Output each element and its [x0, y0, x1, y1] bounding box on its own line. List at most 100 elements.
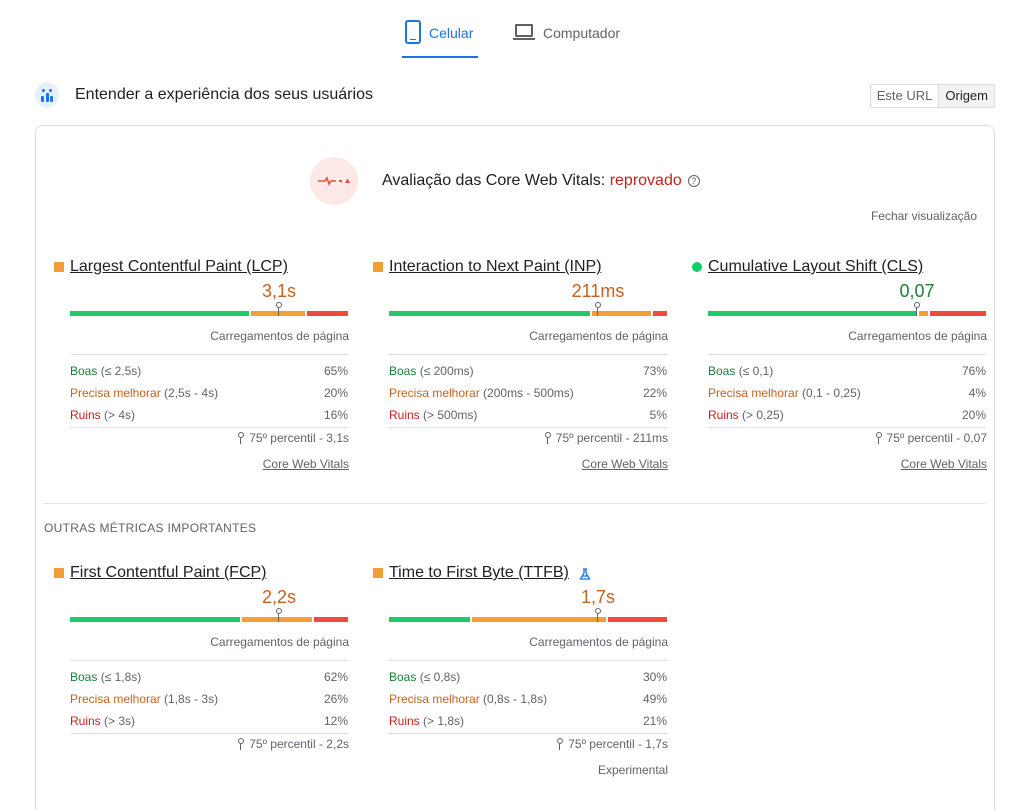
assessment-prefix: Avaliação das Core Web Vitals:	[382, 172, 606, 189]
collapse-view-button[interactable]: Fechar visualização	[871, 209, 977, 223]
pin-icon	[238, 738, 245, 750]
poor-segment	[314, 617, 348, 622]
other-metrics-title: OUTRAS MÉTRICAS IMPORTANTES	[44, 521, 257, 535]
needs-improvement-row: Precisa melhorar (0,8s - 1,8s) 49%	[389, 691, 667, 707]
metric-title[interactable]: First Contentful Paint (FCP)	[70, 564, 267, 582]
metric-cls: Cumulative Layout Shift (CLS) 0,07 Carrega…	[692, 258, 987, 489]
good-range: (≤ 2,5s)	[100, 364, 142, 378]
users-icon	[35, 82, 59, 108]
metric-title[interactable]: Interaction to Next Paint (INP)	[389, 258, 602, 276]
separator	[70, 660, 348, 661]
needs-improvement-indicator-icon	[373, 568, 383, 578]
poor-range: (> 3s)	[104, 714, 136, 728]
good-percent: 76%	[961, 364, 986, 378]
poor-segment	[930, 311, 986, 316]
page-loads-label: Carregamentos de página	[210, 329, 349, 343]
needs-improvement-label: Precisa melhorar	[389, 692, 480, 706]
needs-improvement-range: (2,5s - 4s)	[164, 386, 219, 400]
good-segment	[70, 617, 240, 622]
poor-percent: 5%	[649, 408, 667, 422]
section-divider	[44, 503, 986, 504]
section-header: Entender a experiência dos seus usuários…	[35, 82, 995, 112]
page-loads-label: Carregamentos de página	[529, 635, 668, 649]
metric-ttfb: Time to First Byte (TTFB) 1,7s Carregament…	[373, 564, 668, 795]
url-origin-toggle: Este URL Origem	[869, 84, 995, 108]
tab-mobile[interactable]: Celular	[402, 20, 478, 58]
good-row: Boas (≤ 2,5s) 65%	[70, 363, 348, 379]
distribution-bar	[389, 302, 667, 316]
needs-improvement-range: (200ms - 500ms)	[483, 386, 574, 400]
poor-label: Ruins	[70, 714, 101, 728]
needs-improvement-percent: 22%	[642, 386, 667, 400]
poor-label: Ruins	[389, 714, 420, 728]
metric-title[interactable]: Cumulative Layout Shift (CLS)	[708, 258, 923, 276]
good-percent: 62%	[323, 670, 348, 684]
distribution-bar	[70, 608, 348, 622]
percentile-text: 75º percentil - 1,7s	[557, 737, 668, 751]
percentile-text: 75º percentil - 2,2s	[238, 737, 349, 751]
separator	[389, 427, 667, 428]
poor-range: (> 0,25)	[742, 408, 784, 422]
good-range: (≤ 0,8s)	[419, 670, 461, 684]
good-indicator-icon	[692, 262, 702, 272]
good-label: Boas	[389, 670, 417, 684]
help-icon[interactable]: ?	[687, 175, 700, 187]
poor-percent: 16%	[323, 408, 348, 422]
needs-improvement-label: Precisa melhorar	[708, 386, 799, 400]
percentile-value: 75º percentil - 211ms	[555, 431, 668, 445]
poor-percent: 21%	[642, 714, 667, 728]
poor-row: Ruins (> 4s) 16%	[70, 407, 348, 423]
needs-improvement-row: Precisa melhorar (200ms - 500ms) 22%	[389, 385, 667, 401]
metric-title[interactable]: Time to First Byte (TTFB)	[389, 564, 569, 582]
good-row: Boas (≤ 0,1) 76%	[708, 363, 986, 379]
needs-improvement-percent: 20%	[323, 386, 348, 400]
percentile-text: 75º percentil - 3,1s	[238, 431, 349, 445]
needs-improvement-label: Precisa melhorar	[389, 386, 480, 400]
good-label: Boas	[389, 364, 417, 378]
flask-icon	[579, 567, 591, 580]
percentile-text: 75º percentil - 211ms	[544, 431, 668, 445]
pin-icon	[875, 432, 882, 444]
needs-improvement-row: Precisa melhorar (2,5s - 4s) 20%	[70, 385, 348, 401]
core-web-vitals-link[interactable]: Core Web Vitals	[901, 457, 987, 471]
poor-percent: 12%	[323, 714, 348, 728]
good-percent: 73%	[642, 364, 667, 378]
good-segment	[70, 311, 249, 316]
good-segment	[389, 617, 470, 622]
poor-label: Ruins	[708, 408, 739, 422]
percentile-value: 75º percentil - 1,7s	[568, 737, 668, 751]
poor-label: Ruins	[70, 408, 101, 422]
this-url-button[interactable]: Este URL	[871, 85, 939, 107]
needs-improvement-percent: 4%	[968, 386, 986, 400]
needs-improvement-label: Precisa melhorar	[70, 386, 161, 400]
tab-desktop[interactable]: Computador	[513, 20, 620, 58]
assessment-text: Avaliação das Core Web Vitals: reprovado…	[382, 172, 700, 190]
poor-range: (> 1,8s)	[423, 714, 465, 728]
metric-title[interactable]: Largest Contentful Paint (LCP)	[70, 258, 288, 276]
good-range: (≤ 1,8s)	[100, 670, 142, 684]
metric-value: 0,07	[899, 281, 935, 301]
percentile-text: 75º percentil - 0,07	[875, 431, 987, 445]
assessment-status: reprovado	[609, 172, 682, 189]
origin-button[interactable]: Origem	[938, 85, 994, 107]
percentile-value: 75º percentil - 0,07	[886, 431, 987, 445]
needs-improvement-percent: 26%	[323, 692, 348, 706]
needs-improvement-range: (0,1 - 0,25)	[802, 386, 861, 400]
needs-improvement-row: Precisa melhorar (0,1 - 0,25) 4%	[708, 385, 986, 401]
percentile-value: 75º percentil - 2,2s	[249, 737, 349, 751]
core-web-vitals-link[interactable]: Core Web Vitals	[263, 457, 349, 471]
page-loads-label: Carregamentos de página	[848, 329, 987, 343]
good-percent: 65%	[323, 364, 348, 378]
core-web-vitals-link[interactable]: Core Web Vitals	[582, 457, 668, 471]
good-row: Boas (≤ 0,8s) 30%	[389, 669, 667, 685]
needs-improvement-indicator-icon	[54, 262, 64, 272]
metric-value: 211ms	[571, 281, 625, 301]
good-segment	[389, 311, 590, 316]
poor-segment	[307, 311, 348, 316]
distribution-bar	[708, 302, 986, 316]
metric-value: 3,1s	[261, 281, 297, 301]
needs-improvement-indicator-icon	[373, 262, 383, 272]
separator	[708, 354, 986, 355]
percentile-marker-icon	[276, 608, 282, 622]
good-row: Boas (≤ 200ms) 73%	[389, 363, 667, 379]
